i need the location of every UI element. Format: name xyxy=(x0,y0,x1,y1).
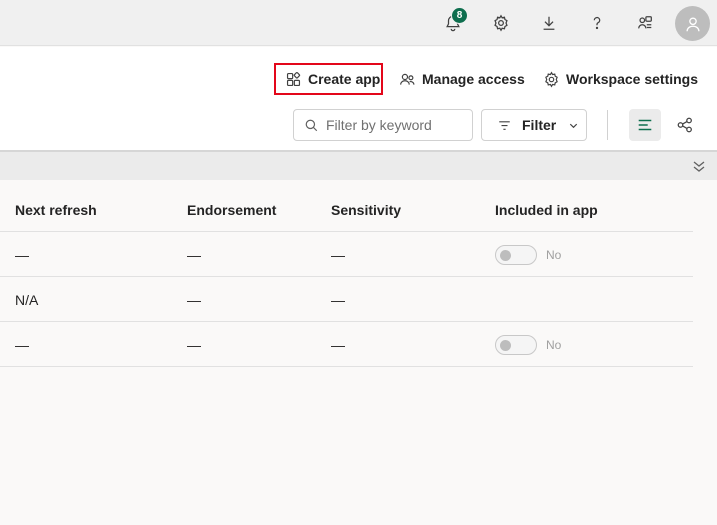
filter-icon xyxy=(499,120,510,130)
endorsement-cell: — xyxy=(187,246,201,263)
lineage-icon xyxy=(677,117,692,133)
workspace-settings-label: Workspace settings xyxy=(566,71,699,87)
workspace-settings-button[interactable]: Workspace settings xyxy=(543,63,698,95)
people-icon xyxy=(400,73,415,85)
search-icon xyxy=(305,119,318,131)
included-in-app-cell: No xyxy=(495,322,561,367)
workspace-header: Create app Manage access Workspace setti… xyxy=(0,47,717,150)
download-button[interactable] xyxy=(534,8,564,38)
filter-label: Filter xyxy=(522,117,557,133)
share-icon xyxy=(638,16,652,29)
gear-icon xyxy=(545,71,558,87)
next-refresh-cell: — xyxy=(15,246,29,263)
column-header-sensitivity[interactable]: Sensitivity xyxy=(331,187,401,232)
column-header-included-in-app[interactable]: Included in app xyxy=(495,187,598,232)
top-bar: 8 xyxy=(0,0,717,46)
gear-icon xyxy=(494,14,508,32)
help-icon xyxy=(593,16,601,30)
create-app-label: Create app xyxy=(308,71,381,87)
next-refresh-cell: N/A xyxy=(15,291,39,308)
list-view-button[interactable] xyxy=(629,109,661,141)
help-button[interactable] xyxy=(582,8,612,38)
endorsement-cell: — xyxy=(187,291,201,308)
search-box[interactable] xyxy=(293,109,473,141)
toggle-label: No xyxy=(546,337,562,352)
collapse-bar xyxy=(0,150,717,180)
chevron-down-icon xyxy=(570,123,578,128)
avatar[interactable] xyxy=(675,6,710,41)
table-row[interactable]: — — — No xyxy=(0,322,693,367)
sensitivity-cell: — xyxy=(331,336,345,353)
next-refresh-cell: — xyxy=(15,336,29,353)
settings-button[interactable] xyxy=(486,8,516,38)
filter-button[interactable]: Filter xyxy=(481,109,587,141)
toggle-knob xyxy=(500,249,511,261)
column-header-next-refresh[interactable]: Next refresh xyxy=(15,187,97,232)
search-input[interactable] xyxy=(326,117,466,133)
lineage-view-button[interactable] xyxy=(669,109,701,141)
person-icon xyxy=(685,16,700,31)
share-button[interactable] xyxy=(630,8,660,38)
toggle-knob xyxy=(500,339,511,351)
app-icon xyxy=(286,71,301,86)
toggle-label: No xyxy=(546,247,562,262)
create-app-button[interactable]: Create app xyxy=(274,63,383,95)
sensitivity-cell: — xyxy=(331,246,345,263)
manage-access-label: Manage access xyxy=(422,71,525,87)
table-row[interactable]: N/A — — xyxy=(0,277,693,322)
toolbar-divider xyxy=(607,110,608,140)
manage-access-button[interactable]: Manage access xyxy=(399,63,525,95)
included-in-app-toggle[interactable] xyxy=(495,244,537,265)
double-chevron-down-icon[interactable] xyxy=(691,158,707,174)
list-view-icon xyxy=(638,119,652,131)
table-header: Next refresh Endorsement Sensitivity Inc… xyxy=(0,187,693,232)
download-icon xyxy=(543,16,555,30)
notification-badge: 8 xyxy=(451,7,468,24)
endorsement-cell: — xyxy=(187,336,201,353)
sensitivity-cell: — xyxy=(331,291,345,308)
included-in-app-toggle[interactable] xyxy=(495,334,537,355)
column-header-endorsement[interactable]: Endorsement xyxy=(187,187,276,232)
included-in-app-cell: No xyxy=(495,232,561,277)
table-row[interactable]: — — — No xyxy=(0,232,693,277)
items-table: Next refresh Endorsement Sensitivity Inc… xyxy=(0,180,717,525)
